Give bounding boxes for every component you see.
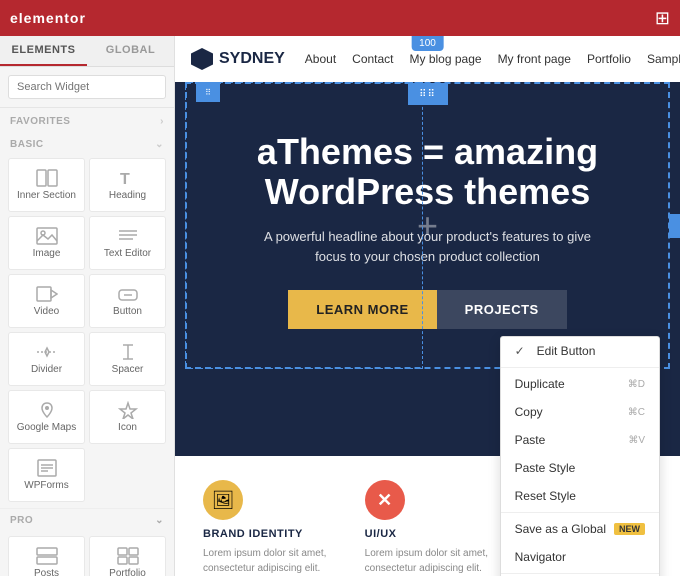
basic-chevron[interactable]: ⌄ <box>155 139 164 150</box>
grid-icon[interactable]: ⊞ <box>655 8 670 29</box>
canvas: SYDNEY About Contact My blog page My fro… <box>175 36 680 576</box>
nav-bar-indicator: 100 <box>411 36 444 51</box>
widget-grid: Inner Section T Heading Image Text Edito… <box>0 154 174 506</box>
context-menu: ✓ Edit Button Duplicate ⌘D Copy ⌘C Paste… <box>500 336 660 576</box>
context-menu-separator-1 <box>501 367 659 368</box>
nav-link-contact[interactable]: Contact <box>352 52 393 66</box>
column-handle-dots: ⠿ <box>205 88 211 97</box>
widget-google-maps[interactable]: Google Maps <box>8 390 85 444</box>
nav-link-portfolio[interactable]: Portfolio <box>587 52 631 66</box>
context-menu-edit-button[interactable]: ✓ Edit Button <box>501 337 659 365</box>
pro-widget-grid: Posts Portfolio <box>0 532 174 576</box>
context-menu-separator-2 <box>501 512 659 513</box>
context-menu-paste[interactable]: Paste ⌘V <box>501 426 659 454</box>
context-menu-save-global[interactable]: Save as a Global NEW <box>501 515 659 543</box>
widget-divider[interactable]: Divider <box>8 332 85 386</box>
widget-text-editor[interactable]: Text Editor <box>89 216 166 270</box>
card-title-uiux: UI/UX <box>365 528 491 540</box>
edit-checkmark: ✓ <box>515 344 525 358</box>
widget-video[interactable]: Video <box>8 274 85 328</box>
nav-link-front[interactable]: My front page <box>498 52 571 66</box>
nav-link-blog[interactable]: My blog page <box>410 52 482 66</box>
main-layout: ELEMENTS GLOBAL FAVORITES › BASIC ⌄ Inne… <box>0 36 680 576</box>
hero-title: aThemes = amazing WordPress themes <box>215 132 640 211</box>
context-menu-reset-style[interactable]: Reset Style <box>501 482 659 510</box>
card-icon-uiux: ✕ <box>365 480 405 520</box>
nav-link-about[interactable]: About <box>305 52 336 66</box>
card-title-brand: BRAND IDENTITY <box>203 528 329 540</box>
website-preview: SYDNEY About Contact My blog page My fro… <box>175 36 680 576</box>
nav-link-sample[interactable]: Sample Page <box>647 52 680 66</box>
basic-section: BASIC ⌄ <box>0 131 174 154</box>
new-badge: NEW <box>614 523 645 535</box>
widget-icon[interactable]: Icon <box>89 390 166 444</box>
posts-icon <box>36 547 58 565</box>
widget-heading[interactable]: T Heading <box>89 158 166 212</box>
google-maps-icon <box>36 401 58 419</box>
card-text-uiux: Lorem ipsum dolor sit amet, consectetur … <box>365 546 491 576</box>
context-menu-duplicate[interactable]: Duplicate ⌘D <box>501 370 659 398</box>
add-element-icon[interactable]: + <box>417 205 438 247</box>
text-editor-icon <box>117 227 139 245</box>
card-text-brand: Lorem ipsum dolor sit amet, consectetur … <box>203 546 329 576</box>
widget-portfolio[interactable]: Portfolio <box>89 536 166 576</box>
site-logo-icon <box>191 48 213 70</box>
widget-wpforms[interactable]: WPForms <box>8 448 85 502</box>
tab-global[interactable]: GLOBAL <box>87 36 174 66</box>
search-box[interactable] <box>0 67 174 108</box>
portfolio-icon <box>117 547 139 565</box>
site-navbar: SYDNEY About Contact My blog page My fro… <box>175 36 680 82</box>
hero-drag-handle[interactable]: ⠿⠿ <box>408 83 448 105</box>
pro-section: PRO ⌄ <box>0 508 174 532</box>
context-menu-navigator[interactable]: Navigator <box>501 543 659 571</box>
tab-elements[interactable]: ELEMENTS <box>0 36 87 66</box>
card-uiux: ✕ UI/UX Lorem ipsum dolor sit amet, cons… <box>353 468 503 564</box>
projects-button[interactable]: PROJECTS <box>437 290 567 329</box>
icon-widget-icon <box>117 401 139 419</box>
pro-chevron[interactable]: ⌄ <box>155 515 164 526</box>
context-menu-copy[interactable]: Copy ⌘C <box>501 398 659 426</box>
inner-section-icon <box>36 169 58 187</box>
search-input[interactable] <box>8 75 166 99</box>
hero-section: ⠿ + ⠿⠿ aThemes = amazing WordPress theme… <box>175 82 680 369</box>
button-icon <box>117 285 139 303</box>
context-menu-paste-style[interactable]: Paste Style <box>501 454 659 482</box>
heading-icon: T <box>117 169 139 187</box>
image-icon <box>36 227 58 245</box>
app-logo: elementor <box>10 10 86 26</box>
context-menu-separator-3 <box>501 573 659 574</box>
sidebar: ELEMENTS GLOBAL FAVORITES › BASIC ⌄ Inne… <box>0 36 175 576</box>
card-icon-brand: 🖼 <box>203 480 243 520</box>
spacer-icon <box>117 343 139 361</box>
widget-inner-section[interactable]: Inner Section <box>8 158 85 212</box>
right-resize-handle[interactable] <box>669 214 680 238</box>
site-nav-links: About Contact My blog page My front page… <box>305 52 680 66</box>
hero-drag-handle-dots: ⠿⠿ <box>419 89 436 100</box>
top-bar: elementor ⊞ <box>0 0 680 36</box>
favorites-chevron[interactable]: › <box>160 116 164 127</box>
divider-icon <box>36 343 58 361</box>
svg-text:T: T <box>120 171 130 187</box>
widget-image[interactable]: Image <box>8 216 85 270</box>
hero-buttons: LEARN MORE PROJECTS <box>215 290 640 329</box>
widget-posts[interactable]: Posts <box>8 536 85 576</box>
widget-spacer[interactable]: Spacer <box>89 332 166 386</box>
card-brand-identity: 🖼 BRAND IDENTITY Lorem ipsum dolor sit a… <box>191 468 341 564</box>
video-icon <box>36 285 58 303</box>
column-handle[interactable]: ⠿ <box>196 82 220 102</box>
site-logo: SYDNEY <box>191 48 285 70</box>
wpforms-icon <box>36 459 58 477</box>
learn-more-button[interactable]: LEARN MORE <box>288 290 436 329</box>
favorites-section: FAVORITES › <box>0 108 174 131</box>
sidebar-tabs: ELEMENTS GLOBAL <box>0 36 174 67</box>
widget-button[interactable]: Button <box>89 274 166 328</box>
